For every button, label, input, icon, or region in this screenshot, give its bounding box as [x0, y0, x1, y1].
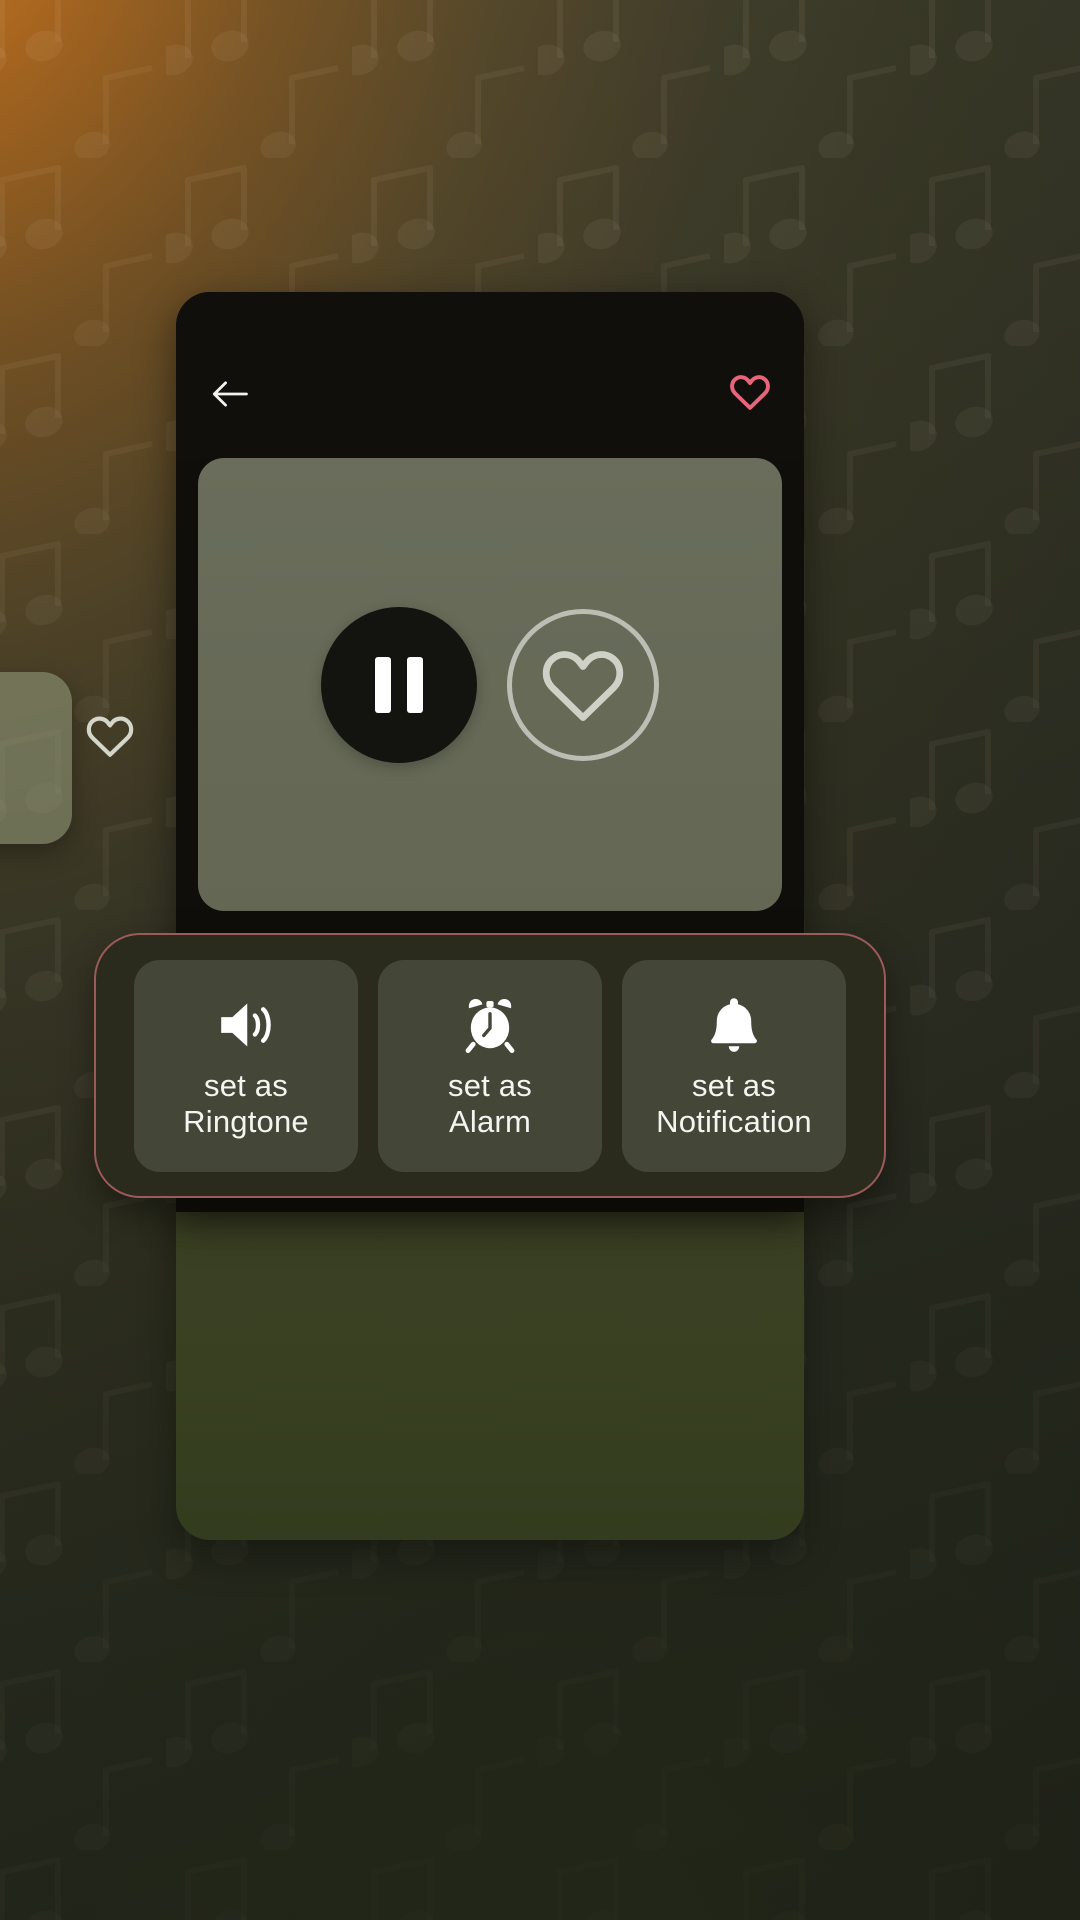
alarm-clock-icon	[460, 992, 520, 1058]
set-as-notification-label: set as Notification	[656, 1067, 812, 1139]
heart-outline-icon	[729, 373, 771, 411]
like-button[interactable]	[507, 608, 659, 761]
app-screen: set as Ringtone set as Alarm set as Noti…	[0, 0, 1080, 1920]
play-pause-button[interactable]	[321, 606, 477, 763]
adjacent-card-peek[interactable]	[0, 672, 72, 844]
heart-outline-icon	[540, 646, 626, 724]
set-as-ringtone-label: set as Ringtone	[183, 1067, 309, 1139]
set-as-notification-button[interactable]: set as Notification	[622, 959, 846, 1172]
back-button[interactable]	[202, 370, 258, 418]
set-as-ringtone-button[interactable]: set as Ringtone	[134, 959, 358, 1172]
arrow-left-icon	[211, 377, 249, 411]
player-topbar	[176, 292, 804, 458]
favorite-button[interactable]	[722, 366, 778, 418]
playback-controls	[198, 606, 782, 763]
heart-outline-icon[interactable]	[86, 712, 134, 760]
set-as-alarm-label: set as Alarm	[448, 1067, 532, 1139]
pause-icon	[375, 656, 423, 713]
lower-sheet-panel	[176, 1196, 804, 1540]
album-artwork-panel	[198, 458, 782, 911]
speaker-volume-icon	[215, 992, 277, 1058]
bell-icon	[706, 992, 762, 1058]
set-as-alarm-button[interactable]: set as Alarm	[378, 959, 602, 1172]
set-as-action-bar: set as Ringtone set as Alarm set as Noti…	[94, 933, 886, 1198]
